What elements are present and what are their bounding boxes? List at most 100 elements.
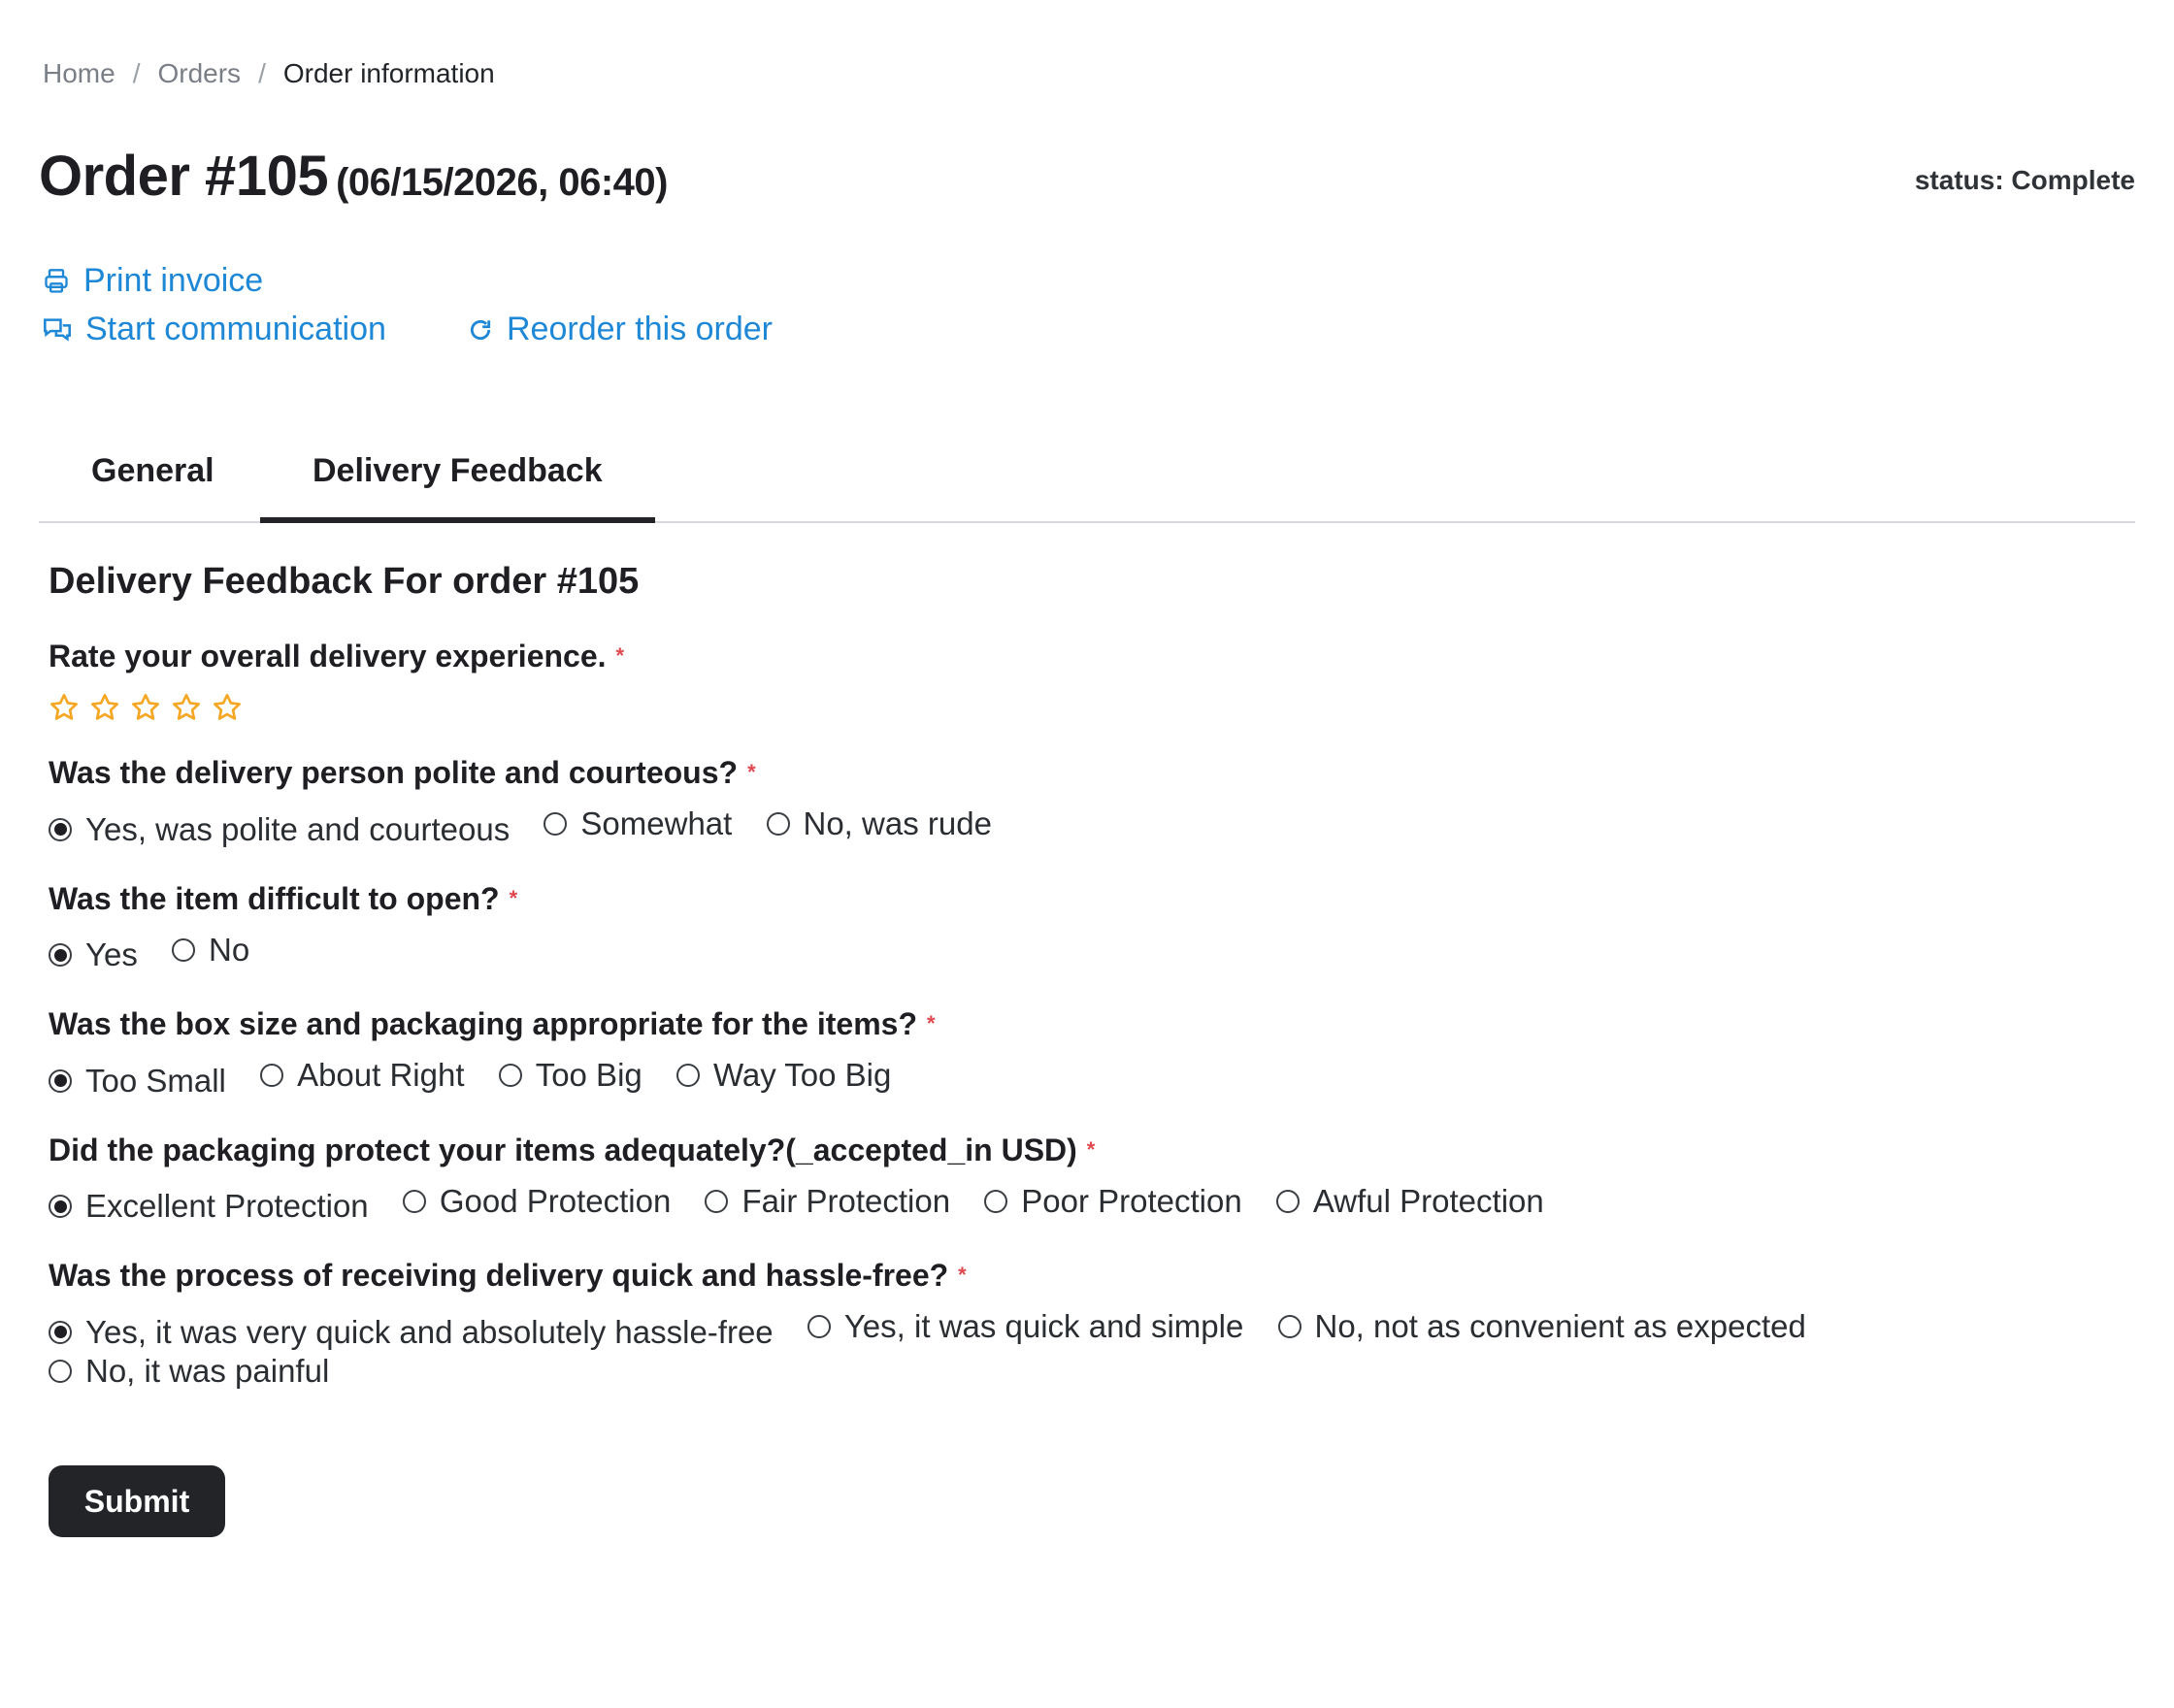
tab-general[interactable]: General xyxy=(39,442,267,523)
star-icon[interactable] xyxy=(212,692,243,723)
reorder-link[interactable]: Reorder this order xyxy=(468,311,773,348)
tab-delivery-feedback[interactable]: Delivery Feedback xyxy=(260,442,655,523)
box-question: Was the box size and packaging appropria… xyxy=(49,1002,2125,1100)
radio-option[interactable]: Too Small xyxy=(49,1062,226,1100)
radio-button[interactable] xyxy=(544,812,568,836)
radio-label: Excellent Protection xyxy=(85,1188,369,1224)
radio-option[interactable]: Awful Protection xyxy=(1275,1182,1544,1221)
polite-question-label: Was the delivery person polite and court… xyxy=(49,755,739,790)
delivery-feedback-form: Delivery Feedback For order #105 Rate yo… xyxy=(49,561,2125,1419)
radio-label: Yes, it was very quick and absolutely ha… xyxy=(85,1313,774,1350)
radio-button[interactable] xyxy=(172,937,196,962)
breadcrumb-home[interactable]: Home xyxy=(43,58,115,89)
radio-button[interactable] xyxy=(705,1189,729,1213)
box-options: Too Small About Right Too Big Way Too Bi… xyxy=(49,1056,2125,1100)
required-marker: * xyxy=(615,643,625,668)
radio-option[interactable]: About Right xyxy=(260,1056,465,1095)
radio-option[interactable]: No, not as convenient as expected xyxy=(1277,1307,1806,1346)
radio-option[interactable]: Fair Protection xyxy=(705,1182,950,1221)
required-marker: * xyxy=(1086,1136,1096,1162)
radio-label: No xyxy=(209,931,250,968)
required-marker: * xyxy=(509,885,518,910)
star-icon[interactable] xyxy=(49,692,80,723)
star-icon[interactable] xyxy=(171,692,202,723)
radio-button[interactable] xyxy=(49,943,72,967)
page-title: Order #105 (06/15/2026, 06:40) xyxy=(39,145,668,208)
radio-label: Fair Protection xyxy=(741,1182,951,1219)
radio-label: Way Too Big xyxy=(712,1057,892,1093)
radio-button[interactable] xyxy=(1277,1315,1301,1338)
radio-button[interactable] xyxy=(49,1195,72,1218)
radio-button[interactable] xyxy=(49,1068,72,1093)
radio-label: Too Small xyxy=(85,1062,226,1099)
required-marker: * xyxy=(958,1263,967,1287)
breadcrumb-separator: / xyxy=(132,58,141,88)
radio-option[interactable]: No, it was painful xyxy=(49,1352,329,1391)
radio-button[interactable] xyxy=(1275,1189,1300,1213)
title-row: Order #105 (06/15/2026, 06:40) status: Co… xyxy=(39,144,2135,221)
radio-option[interactable]: Poor Protection xyxy=(984,1182,1242,1221)
rating-question: Rate your overall delivery experience. * xyxy=(49,634,2125,723)
process-question-label: Was the process of receiving delivery qu… xyxy=(49,1258,949,1293)
rating-question-label: Rate your overall delivery experience. xyxy=(49,639,607,673)
polite-options: Yes, was polite and courteous Somewhat N… xyxy=(49,805,2125,849)
radio-label: About Right xyxy=(297,1057,465,1093)
radio-button[interactable] xyxy=(49,817,72,841)
print-invoice-link[interactable]: Print invoice xyxy=(43,262,263,300)
radio-option[interactable]: Yes, it was quick and simple xyxy=(807,1307,1244,1346)
radio-button[interactable] xyxy=(49,1359,72,1383)
radio-option[interactable]: Yes, was polite and courteous xyxy=(49,810,510,849)
radio-option[interactable]: Somewhat xyxy=(544,805,732,843)
radio-button[interactable] xyxy=(675,1064,700,1087)
radio-button[interactable] xyxy=(984,1189,1008,1213)
start-communication-link[interactable]: Start communication xyxy=(43,311,386,348)
box-question-label: Was the box size and packaging appropria… xyxy=(49,1006,917,1041)
radio-option[interactable]: No, was rude xyxy=(766,805,992,843)
radio-label: Awful Protection xyxy=(1312,1182,1544,1219)
printer-icon xyxy=(45,268,68,293)
protect-question-label: Did the packaging protect your items ade… xyxy=(49,1132,1077,1167)
radio-label: Yes, it was quick and simple xyxy=(843,1308,1244,1344)
order-date: (06/15/2026, 06:40) xyxy=(336,161,668,204)
order-number: Order #105 xyxy=(39,145,329,208)
radio-option[interactable]: Yes, it was very quick and absolutely ha… xyxy=(49,1313,774,1352)
radio-label: No, not as convenient as expected xyxy=(1314,1308,1806,1344)
radio-button[interactable] xyxy=(766,812,790,836)
start-communication-label: Start communication xyxy=(85,311,386,347)
radio-option[interactable]: Excellent Protection xyxy=(49,1187,369,1226)
breadcrumb: Home / Orders / Order information xyxy=(43,58,495,89)
radio-option[interactable]: Way Too Big xyxy=(675,1056,892,1095)
star-icon[interactable] xyxy=(130,692,161,723)
radio-label: No, it was painful xyxy=(85,1352,330,1389)
radio-button[interactable] xyxy=(402,1189,426,1213)
tab-bar: General Delivery Feedback xyxy=(39,442,2135,523)
submit-button[interactable]: Submit xyxy=(49,1465,225,1537)
radio-option[interactable]: Too Big xyxy=(498,1056,642,1095)
radio-label: No, was rude xyxy=(803,805,992,841)
radio-button[interactable] xyxy=(498,1064,522,1087)
chat-icon xyxy=(44,317,71,342)
radio-button[interactable] xyxy=(807,1315,831,1338)
open-options: Yes No xyxy=(49,931,2125,975)
refresh-icon xyxy=(470,319,491,340)
process-options: Yes, it was very quick and absolutely ha… xyxy=(49,1307,2125,1392)
star-rating xyxy=(49,692,2125,723)
radio-option[interactable]: No xyxy=(172,931,249,969)
reorder-label: Reorder this order xyxy=(507,311,774,347)
star-icon[interactable] xyxy=(89,692,120,723)
radio-button[interactable] xyxy=(49,1320,72,1344)
breadcrumb-orders[interactable]: Orders xyxy=(157,58,241,89)
radio-label: Good Protection xyxy=(439,1182,672,1219)
polite-question: Was the delivery person polite and court… xyxy=(49,750,2125,849)
open-question: Was the item difficult to open? * Yes No xyxy=(49,876,2125,975)
order-status: status: Complete xyxy=(1914,165,2135,195)
required-marker: * xyxy=(747,760,756,784)
protect-question: Did the packaging protect your items ade… xyxy=(49,1128,2125,1227)
process-question: Was the process of receiving delivery qu… xyxy=(49,1253,2125,1392)
radio-option[interactable]: Good Protection xyxy=(402,1182,672,1221)
radio-label: Yes xyxy=(85,936,138,972)
radio-button[interactable] xyxy=(260,1064,284,1087)
required-marker: * xyxy=(926,1011,936,1035)
radio-option[interactable]: Yes xyxy=(49,936,138,974)
radio-label: Too Big xyxy=(535,1057,642,1093)
